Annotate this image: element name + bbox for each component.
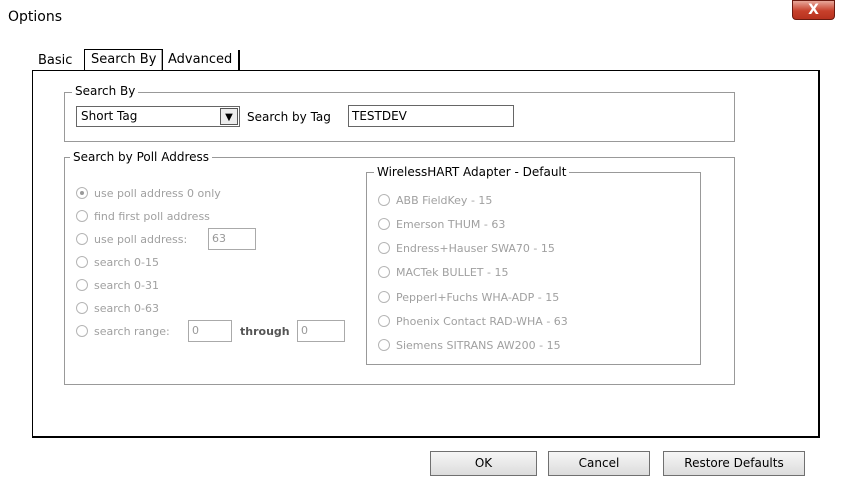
radio-adapter-phoenix[interactable]: Phoenix Contact RAD-WHA - 63 (378, 314, 568, 330)
radio-icon (378, 291, 390, 303)
radio-label: use poll address: (94, 233, 188, 246)
chevron-down-icon[interactable]: ▼ (220, 108, 238, 125)
radio-label: find first poll address (94, 210, 210, 223)
tag-input[interactable]: TESTDEV (348, 105, 514, 127)
radio-find-first[interactable]: find first poll address (76, 209, 210, 225)
radio-label: search 0-31 (94, 279, 160, 292)
radio-icon (378, 315, 390, 327)
ok-button[interactable]: OK (430, 451, 537, 476)
radio-adapter-endress[interactable]: Endress+Hauser SWA70 - 15 (378, 241, 555, 257)
search-by-tag-label: Search by Tag (247, 110, 331, 124)
radio-label: search 0-15 (94, 256, 160, 269)
radio-icon (76, 325, 88, 337)
radio-label: Siemens SITRANS AW200 - 15 (396, 339, 561, 352)
radio-adapter-mactek[interactable]: MACTek BULLET - 15 (378, 265, 508, 281)
window-title: Options (8, 9, 63, 25)
radio-label: search 0-63 (94, 302, 160, 315)
radio-icon (76, 233, 88, 245)
radio-icon (76, 302, 88, 314)
radio-label: ABB FieldKey - 15 (396, 194, 493, 207)
radio-label: Endress+Hauser SWA70 - 15 (396, 242, 555, 255)
radio-icon (378, 266, 390, 278)
radio-checked-icon (76, 187, 88, 199)
close-button[interactable]: X (792, 0, 835, 20)
radio-icon (76, 210, 88, 222)
radio-label: MACTek BULLET - 15 (396, 266, 509, 279)
radio-adapter-abb[interactable]: ABB FieldKey - 15 (378, 193, 492, 209)
radio-search-0-15[interactable]: search 0-15 (76, 255, 159, 271)
radio-search-0-31[interactable]: search 0-31 (76, 278, 159, 294)
radio-label: search range: (94, 325, 170, 338)
radio-icon (378, 218, 390, 230)
title-bar (0, 0, 844, 34)
radio-search-range[interactable]: search range: (76, 324, 170, 340)
cancel-button[interactable]: Cancel (548, 451, 650, 476)
radio-adapter-emerson[interactable]: Emerson THUM - 63 (378, 217, 505, 233)
range-to-input[interactable]: 0 (297, 320, 345, 342)
radio-adapter-pepperl[interactable]: Pepperl+Fuchs WHA-ADP - 15 (378, 290, 559, 306)
radio-label: Phoenix Contact RAD-WHA - 63 (396, 315, 568, 328)
poll-address-input[interactable]: 63 (208, 228, 256, 250)
radio-icon (378, 242, 390, 254)
radio-adapter-siemens[interactable]: Siemens SITRANS AW200 - 15 (378, 338, 561, 354)
search-by-group-label: Search By (72, 84, 139, 98)
radio-label: use poll address 0 only (94, 187, 221, 200)
radio-icon (378, 194, 390, 206)
tab-search-by[interactable]: Search By (84, 49, 164, 71)
tab-basic[interactable]: Basic (32, 51, 78, 71)
radio-label: Emerson THUM - 63 (396, 218, 506, 231)
tab-advanced[interactable]: Advanced (161, 50, 241, 70)
radio-poll-0-only[interactable]: use poll address 0 only (76, 186, 221, 202)
poll-address-group-label: Search by Poll Address (70, 150, 212, 164)
restore-defaults-button[interactable]: Restore Defaults (663, 451, 805, 476)
radio-use-poll-address[interactable]: use poll address: (76, 232, 187, 248)
through-label: through (240, 325, 290, 338)
adapter-group-label: WirelessHART Adapter - Default (374, 165, 570, 179)
radio-icon (378, 339, 390, 351)
search-by-select[interactable]: Short Tag (76, 106, 240, 127)
radio-icon (76, 279, 88, 291)
radio-label: Pepperl+Fuchs WHA-ADP - 15 (396, 291, 560, 304)
range-from-input[interactable]: 0 (188, 320, 232, 342)
radio-search-0-63[interactable]: search 0-63 (76, 301, 159, 317)
radio-icon (76, 256, 88, 268)
